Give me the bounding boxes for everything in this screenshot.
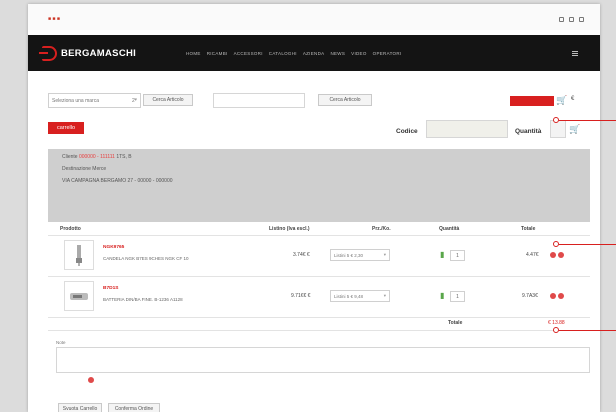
hamburger-menu-icon[interactable] (572, 51, 578, 56)
callout-line (559, 244, 616, 245)
price-list-select[interactable]: Listini 5 € 9,48 (330, 290, 390, 302)
customer-info-panel: Cliente 000000 - 111111 1TS, B Destinazi… (48, 149, 590, 222)
browser-page: ■ ■ ■ BERGAMASCHI HOME RICAMBI ACCESSORI… (28, 4, 600, 412)
currency-symbol: € (571, 96, 575, 102)
logo-b-icon (39, 45, 57, 61)
search-article-button-2[interactable]: Cerca Articolo (318, 94, 372, 106)
brand-logo[interactable]: BERGAMASCHI (39, 44, 137, 62)
user-icon[interactable] (579, 17, 584, 22)
menu-item-video[interactable]: VIDEO (351, 51, 367, 56)
main-menu: HOME RICAMBI ACCESSORI CATALOGHI AZIENDA… (186, 51, 401, 56)
menu-item-azienda[interactable]: AZIENDA (303, 51, 325, 56)
product-description: BATTERIA DIN/BA FINE. B-1236 A1128 (103, 297, 183, 302)
product-thumbnail-battery[interactable] (64, 281, 94, 311)
mail-icon[interactable] (559, 17, 564, 22)
total-label: Totale (448, 320, 463, 326)
top-utility-bar: ■ ■ ■ (28, 4, 600, 30)
notes-error-icon (88, 377, 94, 383)
customer-line: Cliente 000000 - 111111 1TS, B (62, 154, 132, 160)
edit-icon[interactable] (550, 293, 556, 299)
quantita-input[interactable] (550, 120, 566, 138)
menu-item-accessori[interactable]: ACCESSORI (234, 51, 263, 56)
col-header-product: Prodotto (60, 226, 81, 232)
price-list-select[interactable]: Listini 5 € 2,30 (330, 249, 390, 261)
quantity-green-icon[interactable]: ▮ (440, 250, 447, 260)
brand-select[interactable]: Seleziona una marca 2 (48, 93, 141, 108)
list-price: 3.74€ € (293, 252, 310, 258)
menu-item-ricambi[interactable]: RICAMBI (207, 51, 228, 56)
row-divider (48, 276, 590, 277)
clear-cart-button[interactable]: Svuota Carrello (58, 403, 102, 412)
notes-textarea[interactable] (56, 347, 590, 373)
product-thumbnail-spark-plug[interactable] (64, 240, 94, 270)
facebook-icon[interactable] (569, 17, 574, 22)
brand-select-value: Seleziona una marca (52, 98, 99, 104)
row-total: 9.7A3€ (522, 293, 538, 299)
menu-item-news[interactable]: NEWS (330, 51, 345, 56)
destination-label: Destinazione Merce (62, 166, 107, 172)
callout-line (559, 330, 616, 331)
brand-name: BERGAMASCHI (61, 47, 137, 59)
grand-total-value: € 13.88 (548, 320, 565, 326)
table-divider (48, 235, 590, 236)
total-divider (48, 330, 590, 331)
list-price: 9.71€€ € (291, 293, 311, 299)
notes-label: Note (56, 340, 66, 345)
row-divider (48, 317, 590, 318)
edit-icon[interactable] (550, 252, 556, 258)
callout-line (559, 120, 616, 121)
article-search-input[interactable] (213, 93, 305, 108)
quantity-stepper[interactable]: 1 (450, 250, 465, 261)
quantity-stepper[interactable]: 1 (450, 291, 465, 302)
product-code[interactable]: B7D1S (103, 286, 118, 291)
col-header-quantity: Quantità (439, 226, 460, 232)
search-article-button-1[interactable]: Cerca Articolo (143, 94, 193, 106)
cart-icon[interactable]: 🛒 (556, 95, 567, 106)
col-header-total: Totale (521, 226, 536, 232)
quantity-green-icon[interactable]: ▮ (440, 291, 447, 301)
main-navbar: BERGAMASCHI HOME RICAMBI ACCESSORI CATAL… (28, 35, 600, 71)
codice-input[interactable] (426, 120, 508, 138)
add-to-cart-icon[interactable]: 🛒 (569, 124, 580, 135)
brand-select-count: 2 (132, 98, 135, 104)
col-header-list-price: Listino (Iva escl.) (269, 226, 310, 232)
language-flags[interactable]: ■ ■ ■ (48, 16, 60, 22)
social-icons (559, 17, 584, 22)
quantita-label: Quantità (515, 128, 542, 135)
col-header-prz: Prz./Ko. (372, 226, 391, 232)
product-code[interactable]: NGK9765 (103, 245, 124, 250)
menu-item-operatori[interactable]: OPERATORI (373, 51, 402, 56)
menu-item-cataloghi[interactable]: CATALOGHI (269, 51, 297, 56)
cart-summary-bar[interactable] (510, 96, 554, 106)
customer-code: 000000 - 111111 (78, 154, 115, 160)
destination-address: VIA CAMPAGNA BERGAMO 27 - 00000 - 000000 (62, 178, 173, 184)
codice-label: Codice (396, 128, 418, 135)
delete-icon[interactable] (558, 252, 564, 258)
menu-item-home[interactable]: HOME (186, 51, 201, 56)
carrello-badge: carrello (48, 122, 84, 134)
product-description: CANDELA NGK B7ES 9CHES NGK CF 10 (103, 256, 189, 261)
customer-suffix: 1TS, B (116, 154, 132, 160)
delete-icon[interactable] (558, 293, 564, 299)
confirm-order-button[interactable]: Conferma Ordine (108, 403, 160, 412)
row-total: 4.47€ (526, 252, 539, 258)
customer-label: Cliente (62, 154, 78, 160)
